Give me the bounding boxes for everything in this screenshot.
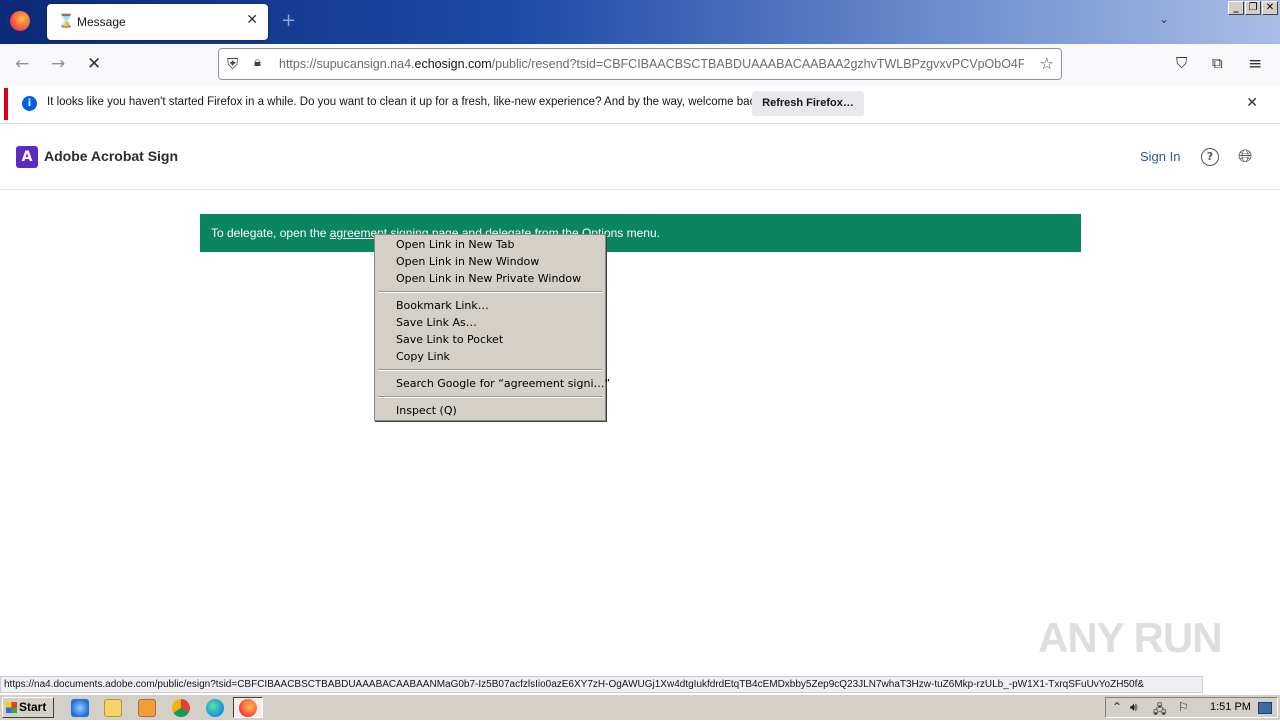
menu-separator (378, 369, 602, 371)
menu-item-open-link-new-window[interactable]: Open Link in New Window (396, 253, 539, 270)
menu-separator (378, 396, 602, 398)
globe-language-icon[interactable]: 🌐︎ (1238, 146, 1252, 167)
info-icon: i (22, 96, 37, 111)
back-arrow-icon[interactable]: ← (15, 54, 29, 74)
close-tab-icon[interactable]: ✕ (246, 12, 258, 28)
menu-item-open-link-private-window[interactable]: Open Link in New Private Window (396, 270, 581, 287)
loading-hourglass-icon: ⌛ (58, 14, 75, 29)
restore-window-button[interactable]: ❐ (1245, 1, 1261, 15)
start-button[interactable]: Start (2, 697, 54, 718)
firefox-menu-icon[interactable] (10, 11, 30, 31)
menu-item-inspect[interactable]: Inspect (Q) (396, 402, 457, 419)
forward-arrow-icon[interactable]: → (51, 54, 65, 74)
menu-item-copy-link[interactable]: Copy Link (396, 348, 450, 365)
minimize-window-button[interactable]: _ (1228, 1, 1244, 15)
system-tray: ⌃ 🔊︎ 🖧 ⚐ 1:51 PM (1105, 697, 1278, 718)
lock-icon[interactable]: 🔒︎ (254, 55, 261, 70)
new-tab-icon[interactable]: + (281, 10, 296, 31)
show-desktop-icon[interactable] (1258, 702, 1272, 714)
menu-item-search-google[interactable]: Search Google for “agreement signi…” (396, 375, 610, 392)
menu-item-open-link-new-tab[interactable]: Open Link in New Tab (396, 236, 515, 253)
delegate-info-banner: To delegate, open the agreement signing … (200, 214, 1081, 252)
menu-separator (378, 291, 602, 293)
close-notification-icon[interactable]: ✕ (1246, 95, 1258, 111)
tab-title: Message (77, 15, 126, 29)
action-center-flag-icon[interactable]: ⚐ (1178, 700, 1189, 714)
app-menu-icon[interactable]: ≡ (1248, 54, 1262, 74)
stop-loading-icon[interactable]: ✕ (87, 54, 101, 74)
network-icon[interactable]: 🖧 (1153, 700, 1166, 721)
windows-taskbar: Start ⌃ 🔊︎ 🖧 ⚐ 1:51 PM (0, 694, 1280, 720)
menu-item-bookmark-link[interactable]: Bookmark Link… (396, 297, 489, 314)
extensions-icon[interactable]: ⧉ (1212, 54, 1223, 72)
link-context-menu: Open Link in New Tab Open Link in New Wi… (374, 234, 610, 421)
chrome-icon[interactable] (172, 699, 190, 717)
windows-flag-icon (6, 702, 17, 713)
url-text[interactable]: https://supucansign.na4.echosign.com/pub… (279, 57, 1024, 71)
adobe-acrobat-logo-icon[interactable]: A (16, 146, 38, 168)
start-label: Start (19, 700, 47, 714)
refresh-firefox-button[interactable]: Refresh Firefox… (752, 91, 864, 116)
show-hidden-icons-icon[interactable]: ⌃ (1112, 700, 1122, 714)
anyrun-watermark: ANY RUN (1038, 614, 1223, 661)
help-icon[interactable]: ? (1201, 148, 1219, 166)
taskbar-firefox-active[interactable] (233, 697, 263, 718)
volume-icon[interactable]: 🔊︎ (1130, 700, 1138, 715)
edge-icon[interactable] (206, 699, 224, 717)
url-bar[interactable]: ⛨ 🔒︎ https://supucansign.na4.echosign.co… (218, 48, 1062, 80)
browser-titlebar: ⌛ Message ✕ + ⌄ _ ❐ ✕ (0, 0, 1280, 44)
file-explorer-icon[interactable] (104, 699, 122, 717)
firefox-icon (239, 699, 257, 717)
clock[interactable]: 1:51 PM (1210, 701, 1251, 713)
brand-name: Adobe Acrobat Sign (44, 148, 179, 164)
site-header: A Adobe Acrobat Sign Sign In ? 🌐︎ (0, 124, 1280, 190)
tracking-shield-icon[interactable]: ⛨ (227, 55, 238, 73)
media-player-icon[interactable] (138, 699, 156, 717)
bookmark-star-icon[interactable]: ☆ (1040, 54, 1054, 73)
pocket-icon[interactable]: ⛉ (1176, 54, 1187, 72)
sign-in-link[interactable]: Sign In (1140, 149, 1180, 164)
list-tabs-chevron-icon[interactable]: ⌄ (1159, 12, 1169, 26)
menu-item-save-link-to-pocket[interactable]: Save Link to Pocket (396, 331, 503, 348)
internet-explorer-icon[interactable] (71, 699, 89, 717)
tab-message[interactable]: ⌛ Message ✕ (47, 4, 268, 40)
notification-message: It looks like you haven't started Firefo… (47, 96, 765, 108)
menu-item-save-link-as[interactable]: Save Link As… (396, 314, 477, 331)
close-window-button[interactable]: ✕ (1262, 1, 1278, 15)
status-link-url: https://na4.documents.adobe.com/public/e… (0, 676, 1203, 693)
firefox-refresh-notification: i It looks like you haven't started Fire… (4, 88, 1276, 120)
